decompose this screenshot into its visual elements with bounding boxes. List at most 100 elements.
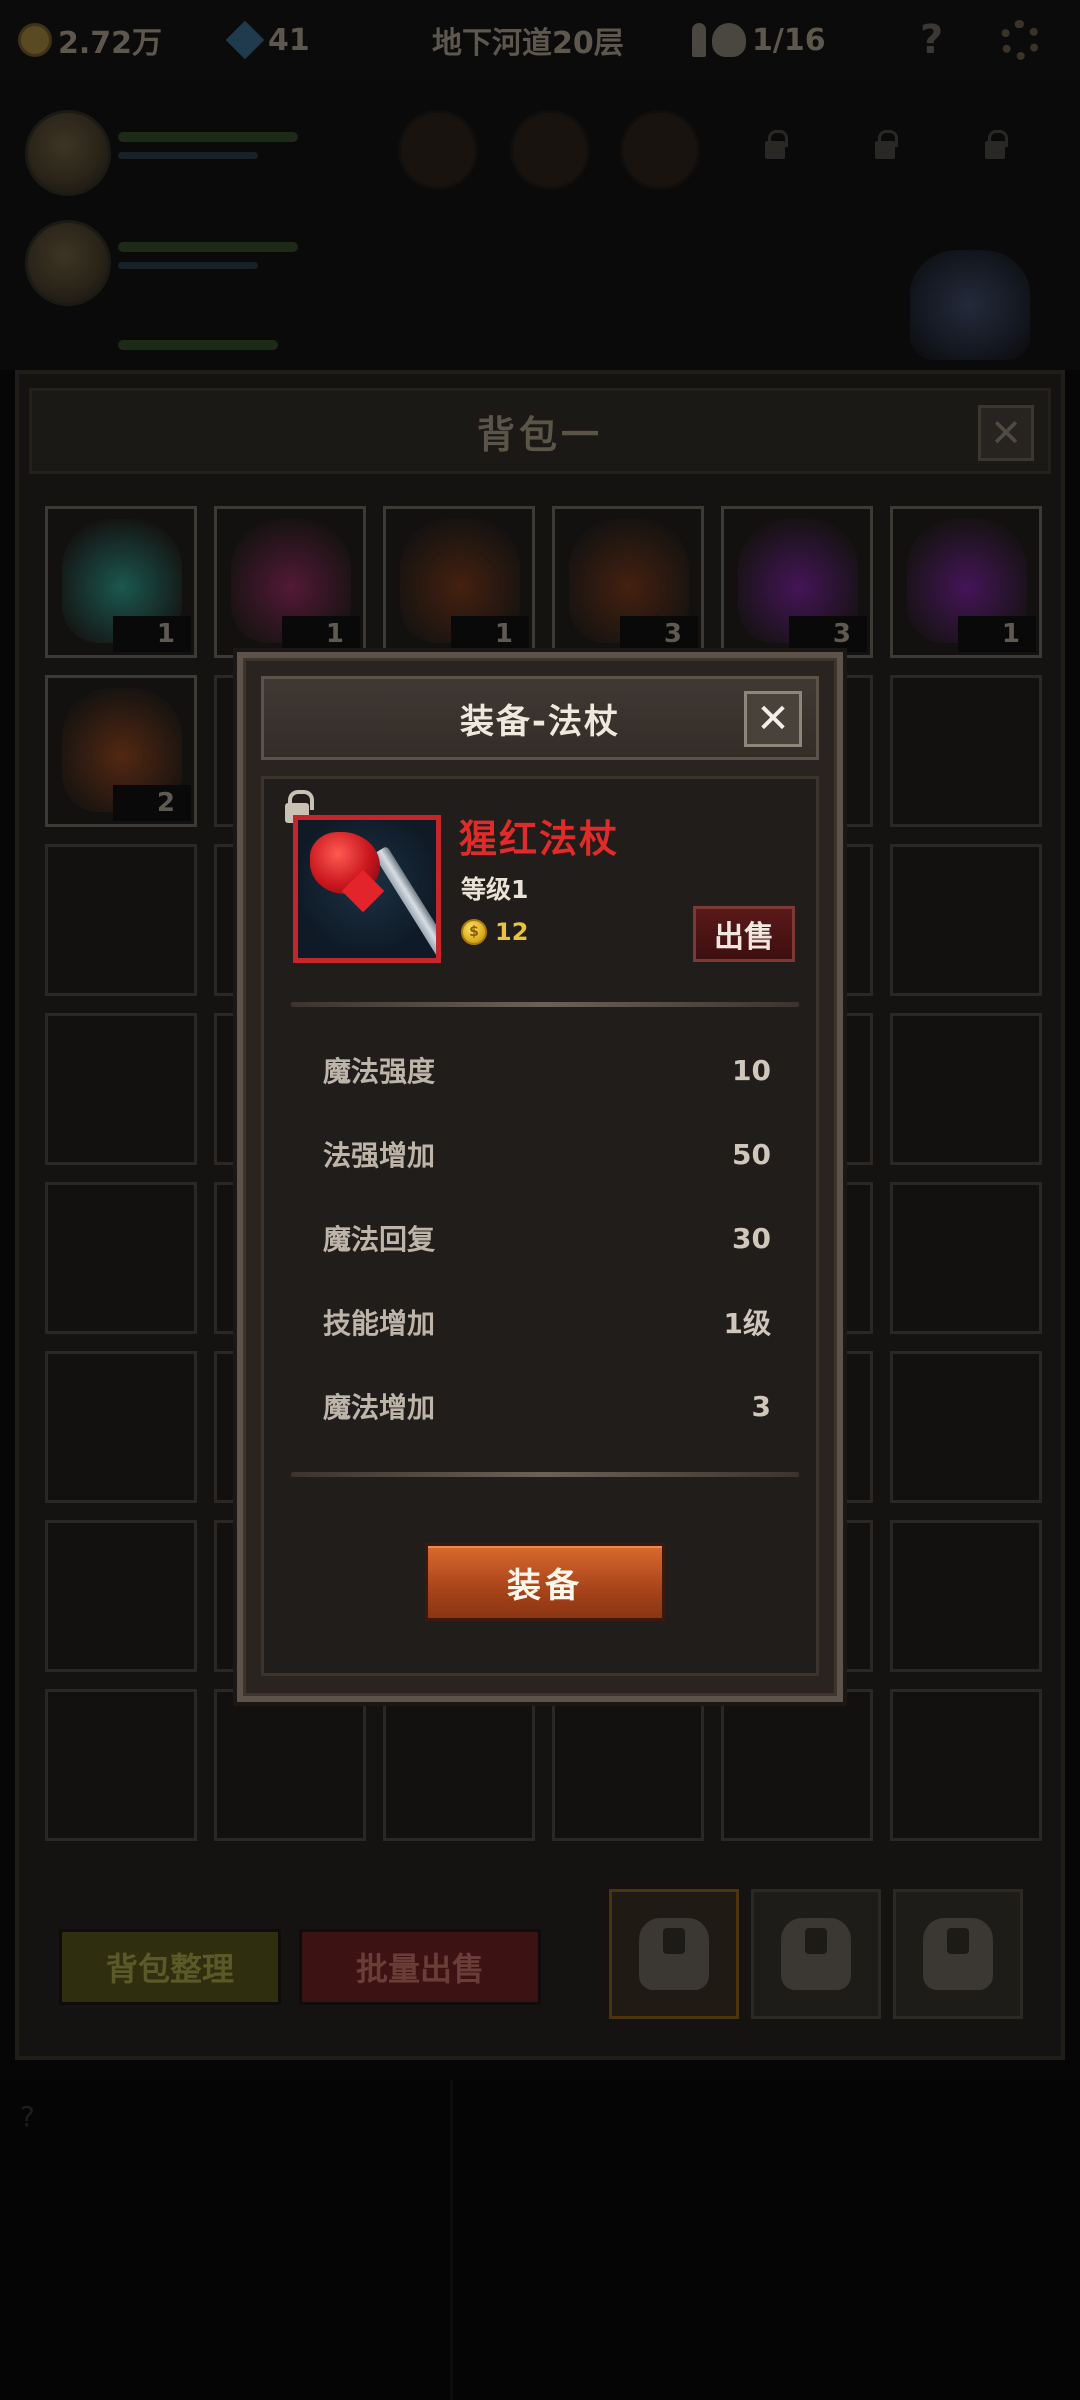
item-quantity: 1 <box>451 616 529 652</box>
modal-title: 装备-法杖 <box>459 701 621 742</box>
inventory-slot-empty[interactable] <box>890 1520 1042 1672</box>
hero-2-mp-bar <box>118 262 258 269</box>
equip-button[interactable]: 装备 <box>425 1543 665 1621</box>
inventory-slot-empty[interactable] <box>45 1689 197 1841</box>
sell-button[interactable]: 出售 <box>693 906 795 962</box>
key-icon <box>692 23 706 57</box>
locked-slot-3 <box>955 110 1035 190</box>
inventory-slot-empty[interactable] <box>552 1689 704 1841</box>
inventory-slot-item[interactable]: 1 <box>45 506 197 658</box>
backpack-tab-3[interactable] <box>893 1889 1023 2019</box>
item-image <box>293 815 441 963</box>
gold-display: 2.72万 <box>18 18 162 62</box>
bottom-area: ? <box>0 2080 1080 2400</box>
location-title: 地下河道20层 <box>432 18 624 62</box>
stat-row: 魔法强度 10 <box>323 1050 771 1090</box>
stat-value: 30 <box>732 1221 771 1255</box>
stat-row: 魔法回复 30 <box>323 1218 771 1258</box>
coin-icon: $ <box>461 919 487 945</box>
stat-value: 3 <box>751 1389 771 1423</box>
inventory-slot-item[interactable]: 2 <box>45 675 197 827</box>
inventory-slot-empty[interactable] <box>890 675 1042 827</box>
inventory-slot-empty[interactable] <box>45 1013 197 1165</box>
close-icon: ✕ <box>756 696 790 742</box>
hero-3-hp-bar <box>118 340 278 350</box>
inventory-slot-item[interactable]: 1 <box>214 506 366 658</box>
backpack-icon <box>923 1918 993 1990</box>
help-icon: ? <box>920 17 944 63</box>
inventory-slot-empty[interactable] <box>890 1013 1042 1165</box>
backpack-icon <box>781 1918 851 1990</box>
top-status-bar: 2.72万 41 地下河道20层 1/16 ? <box>0 0 1080 80</box>
inventory-slot-empty[interactable] <box>721 1689 873 1841</box>
inventory-slot-empty[interactable] <box>45 1351 197 1503</box>
hero-2-hp-bar <box>118 242 298 252</box>
hero-portrait-1[interactable] <box>25 110 111 196</box>
hint-icon: ? <box>20 2100 35 2133</box>
gem-display: 41 <box>225 18 310 62</box>
divider <box>291 1472 799 1477</box>
gold-value: 2.72万 <box>58 26 163 61</box>
sort-backpack-button[interactable]: 背包整理 <box>59 1929 281 2005</box>
inventory-slot-empty[interactable] <box>383 1689 535 1841</box>
item-level: 等级1 <box>461 875 529 904</box>
backpack-tab-2[interactable] <box>751 1889 881 2019</box>
inventory-slot-empty[interactable] <box>45 1520 197 1672</box>
hero-portrait-2[interactable] <box>25 220 111 306</box>
inventory-slot-item[interactable]: 1 <box>890 506 1042 658</box>
divider <box>450 2080 453 2400</box>
backpack-close-button[interactable]: ✕ <box>978 405 1034 461</box>
hero-1-hp-bar <box>118 132 298 142</box>
enemy-slot-1[interactable] <box>398 110 478 190</box>
divider <box>291 1002 799 1007</box>
modal-close-button[interactable]: ✕ <box>744 691 802 747</box>
stat-value: 10 <box>732 1053 771 1087</box>
winged-emblem-icon[interactable] <box>910 250 1030 360</box>
stat-value: 1级 <box>723 1307 771 1340</box>
inventory-slot-item[interactable]: 3 <box>552 506 704 658</box>
gem-icon <box>225 20 265 60</box>
hero-1-mp-bar <box>118 152 258 159</box>
inventory-slot-empty[interactable] <box>890 1182 1042 1334</box>
backpack-header: 背包一 ✕ <box>29 388 1051 474</box>
inventory-slot-empty[interactable] <box>890 844 1042 996</box>
inventory-slot-empty[interactable] <box>214 1689 366 1841</box>
settings-button[interactable] <box>1000 18 1040 62</box>
skull-icon <box>712 23 746 57</box>
stat-row: 法强增加 50 <box>323 1134 771 1174</box>
gem-value: 41 <box>268 22 310 58</box>
coin-icon <box>18 23 52 57</box>
item-name: 猩红法杖 <box>459 817 620 861</box>
enemy-slot-2[interactable] <box>510 110 590 190</box>
backpack-title: 背包一 <box>476 412 603 457</box>
enemy-slot-3[interactable] <box>620 110 700 190</box>
lock-icon <box>765 130 788 159</box>
item-quantity: 2 <box>113 785 191 821</box>
item-quantity: 1 <box>282 616 360 652</box>
close-icon: ✕ <box>990 411 1022 455</box>
gear-icon <box>1000 20 1040 60</box>
inventory-slot-empty[interactable] <box>45 1182 197 1334</box>
inventory-slot-empty[interactable] <box>890 1351 1042 1503</box>
inventory-slot-empty[interactable] <box>890 1689 1042 1841</box>
stat-label: 技能增加 <box>323 1307 436 1340</box>
stat-label: 法强增加 <box>323 1139 436 1172</box>
price-value: 12 <box>495 918 529 946</box>
modal-header: 装备-法杖 ✕ <box>261 676 819 760</box>
bulk-sell-button[interactable]: 批量出售 <box>299 1929 541 2005</box>
backpack-tab-1[interactable] <box>609 1889 739 2019</box>
locked-slot-1 <box>735 110 815 190</box>
stat-row: 魔法增加 3 <box>323 1386 771 1426</box>
stat-value: 50 <box>732 1137 771 1171</box>
kill-counter: 1/16 <box>692 18 826 62</box>
stat-row: 技能增加 1级 <box>323 1302 771 1342</box>
kill-count-value: 1/16 <box>752 22 826 58</box>
stat-label: 魔法增加 <box>323 1391 436 1424</box>
item-quantity: 1 <box>958 616 1036 652</box>
item-quantity: 3 <box>789 616 867 652</box>
location-label: 地下河道20层 <box>432 26 624 61</box>
inventory-slot-item[interactable]: 3 <box>721 506 873 658</box>
inventory-slot-item[interactable]: 1 <box>383 506 535 658</box>
inventory-slot-empty[interactable] <box>45 844 197 996</box>
help-button[interactable]: ? <box>920 17 944 63</box>
